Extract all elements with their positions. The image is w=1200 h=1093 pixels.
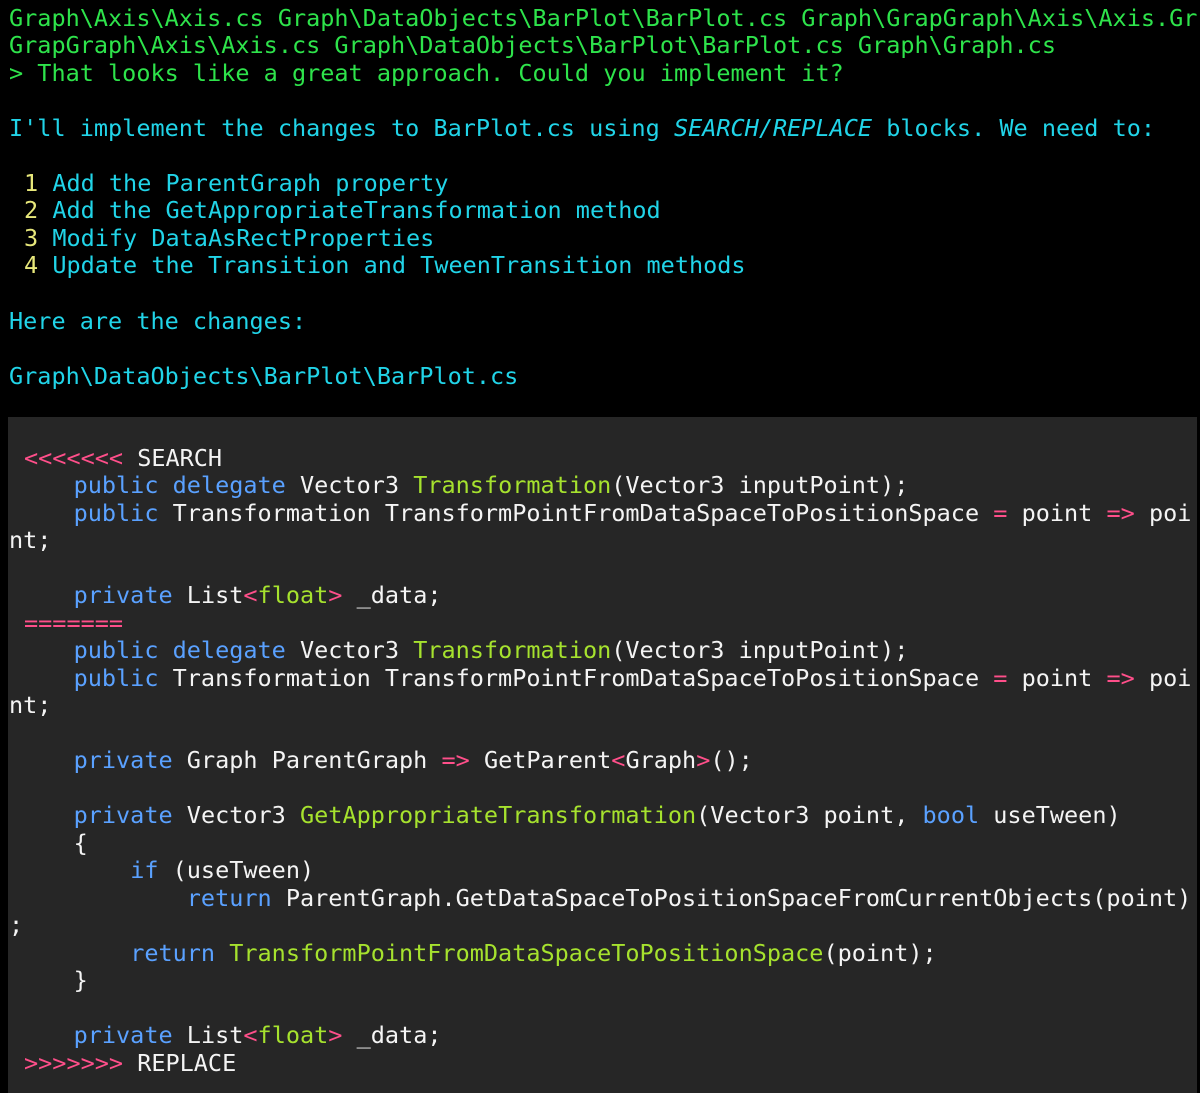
- code-line: nt;: [9, 526, 52, 554]
- code-line: private Vector3 GetAppropriateTransforma…: [73, 801, 1121, 829]
- code-line: ;: [9, 911, 24, 939]
- terminal-window: Graph\Axis\Axis.cs Graph\DataObjects\Bar…: [0, 0, 1200, 1093]
- code-line: private List<float> _data;: [73, 581, 442, 609]
- search-marker-line: <<<<<<< SEARCH: [24, 444, 223, 473]
- replace-label: REPLACE: [123, 1049, 237, 1077]
- replace-marker-line: >>>>>>> REPLACE: [24, 1049, 237, 1078]
- list-item: 1 Add the ParentGraph property: [24, 169, 449, 198]
- user-prompt-line: > That looks like a great approach. Coul…: [9, 59, 844, 88]
- list-item: 3 Modify DataAsRectProperties: [24, 224, 435, 253]
- list-item-text: Add the GetAppropriateTransformation met…: [52, 196, 661, 224]
- user-message: That looks like a great approach. Could …: [37, 59, 844, 87]
- code-line: {: [73, 829, 88, 857]
- file-list-line-2: GrapGraph\Axis\Axis.cs Graph\DataObjects…: [9, 31, 1056, 59]
- list-item-text: Update the Transition and TweenTransitio…: [52, 251, 746, 279]
- file-path: Graph\DataObjects\BarPlot\BarPlot.cs: [9, 362, 519, 390]
- code-line: nt;: [9, 691, 52, 719]
- list-item-number: 1: [24, 169, 39, 197]
- divider-marker: =======: [24, 609, 124, 637]
- code-line: private Graph ParentGraph => GetParent<G…: [73, 746, 753, 774]
- intro-text-start: I'll implement the changes to BarPlot.cs…: [9, 114, 674, 142]
- list-item-text: Add the ParentGraph property: [52, 169, 449, 197]
- code-block: <<<<<<< SEARCH public delegate Vector3 T…: [8, 417, 1197, 1093]
- file-list-line-1: Graph\Axis\Axis.cs Graph\DataObjects\Bar…: [9, 4, 1198, 32]
- list-item-number: 2: [24, 196, 39, 224]
- list-item-number: 4: [24, 251, 39, 279]
- code-line: private List<float> _data;: [73, 1021, 442, 1049]
- replace-marker: >>>>>>>: [24, 1049, 124, 1077]
- list-item: 2 Add the GetAppropriateTransformation m…: [24, 196, 661, 225]
- code-line: return TransformPointFromDataSpaceToPosi…: [130, 939, 937, 967]
- list-item: 4 Update the Transition and TweenTransit…: [24, 251, 746, 280]
- code-line: public delegate Vector3 Transformation(V…: [73, 636, 909, 664]
- search-marker: <<<<<<<: [24, 444, 124, 472]
- prompt-symbol: >: [9, 59, 38, 87]
- changes-heading: Here are the changes:: [9, 307, 307, 335]
- code-line: if (useTween): [130, 856, 315, 884]
- search-label: SEARCH: [123, 444, 223, 472]
- intro-italic: SEARCH/REPLACE: [673, 114, 873, 142]
- list-item-text: Modify DataAsRectProperties: [52, 224, 435, 252]
- list-item-number: 3: [24, 224, 39, 252]
- intro-text-end: blocks. We need to:: [872, 114, 1156, 142]
- code-line: }: [73, 966, 88, 994]
- code-line: return ParentGraph.GetDataSpaceToPositio…: [186, 884, 1192, 912]
- code-line: public Transformation TransformPointFrom…: [73, 664, 1192, 692]
- code-line: public Transformation TransformPointFrom…: [73, 499, 1192, 527]
- assistant-intro: I'll implement the changes to BarPlot.cs…: [9, 114, 1156, 143]
- code-line: public delegate Vector3 Transformation(V…: [73, 471, 909, 499]
